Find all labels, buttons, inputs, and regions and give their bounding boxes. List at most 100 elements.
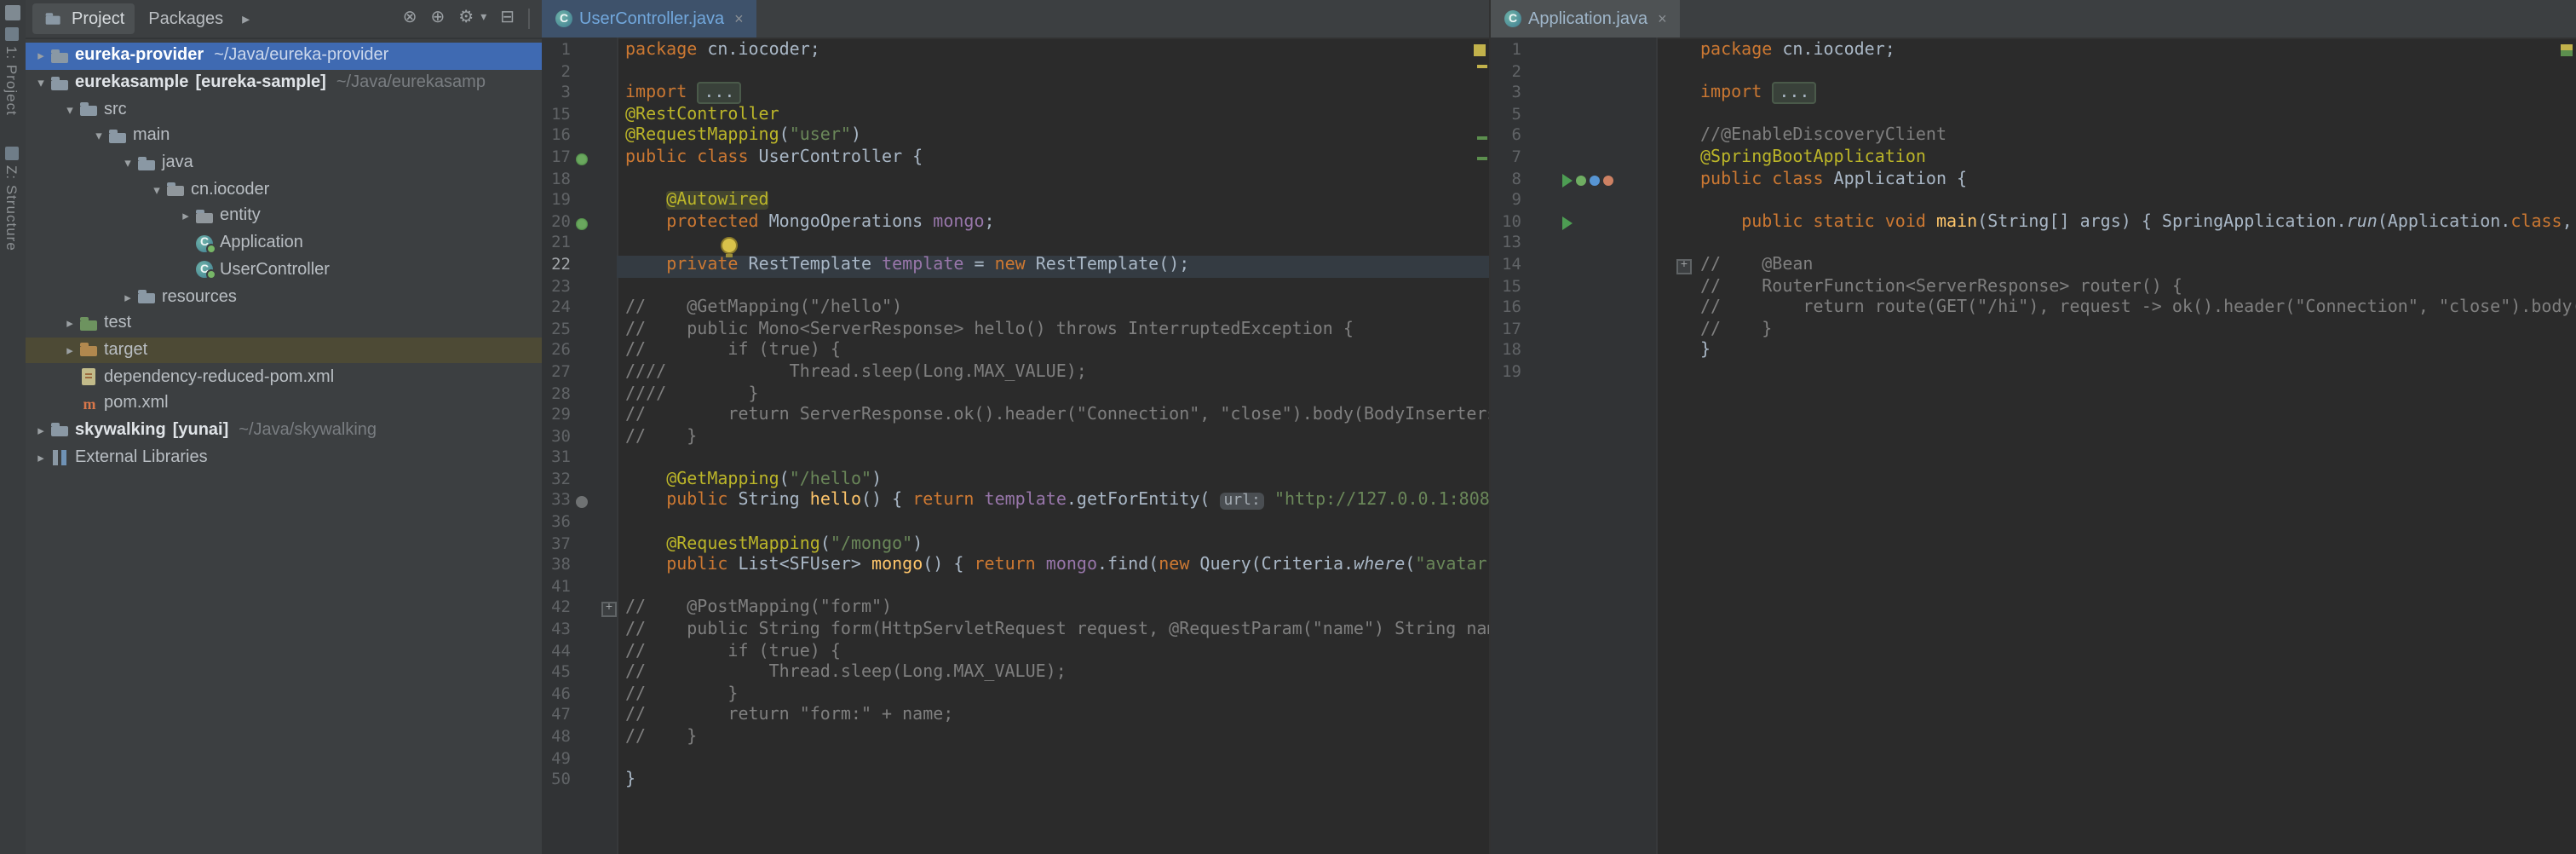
inspection-mark[interactable] bbox=[1477, 136, 1487, 140]
collapsed-arrow-icon[interactable]: ▸ bbox=[119, 289, 136, 304]
project-tree-item-pom-xml[interactable]: mpom.xml bbox=[26, 390, 542, 417]
code-line-17[interactable]: 17 public class UserController { bbox=[542, 148, 1489, 170]
line-number[interactable]: 26 bbox=[542, 342, 571, 363]
code-line-31[interactable]: 31 bbox=[542, 449, 1489, 470]
tab-application-java[interactable]: C Application.java × bbox=[1491, 0, 1681, 38]
code-line-50[interactable]: 50} bbox=[542, 770, 1489, 792]
line-number[interactable]: 38 bbox=[542, 557, 571, 578]
code-line-17[interactable]: 17// } bbox=[1491, 320, 2576, 341]
collapse-all-icon[interactable]: ⊟ bbox=[495, 2, 520, 36]
code-text[interactable]: public String hello() { return template.… bbox=[622, 492, 1489, 513]
line-number[interactable]: 21 bbox=[542, 234, 571, 256]
project-tree-item-test[interactable]: ▸test bbox=[26, 310, 542, 337]
code-line-36[interactable]: 36 bbox=[542, 513, 1489, 534]
code-line-15[interactable]: 15// RouterFunction<ServerResponse> rout… bbox=[1491, 277, 2576, 298]
line-number[interactable]: 37 bbox=[542, 534, 571, 556]
code-text[interactable] bbox=[622, 170, 625, 191]
line-number[interactable]: 10 bbox=[1491, 213, 1521, 234]
line-number[interactable]: 8 bbox=[1491, 170, 1521, 191]
code-text[interactable] bbox=[1697, 106, 1700, 127]
tab-usercontroller-java[interactable]: C UserController.java × bbox=[542, 0, 757, 38]
code-line-20[interactable]: 20 protected MongoOperations mongo; bbox=[542, 213, 1489, 234]
code-line-16[interactable]: 16// return route(GET("/hi"), request ->… bbox=[1491, 298, 2576, 320]
code-line-8[interactable]: 8public class Application { bbox=[1491, 170, 2576, 191]
code-text[interactable]: // public Mono<ServerResponse> hello() t… bbox=[622, 320, 1354, 341]
code-line-3[interactable]: 3 import ... bbox=[542, 84, 1489, 105]
code-text[interactable]: //// Thread.sleep(Long.MAX_VALUE); bbox=[622, 363, 1087, 384]
code-line-7[interactable]: 7 @SpringBootApplication bbox=[1491, 148, 2576, 170]
line-number[interactable]: 1 bbox=[1491, 41, 1521, 62]
code-line-30[interactable]: 30// } bbox=[542, 427, 1489, 448]
code-text[interactable]: public static void main(String[] args) {… bbox=[1697, 213, 2576, 234]
code-line-5[interactable]: 5 bbox=[1491, 106, 2576, 127]
expanded-arrow-icon[interactable]: ▾ bbox=[32, 75, 49, 90]
collapsed-arrow-icon[interactable]: ▸ bbox=[61, 315, 78, 331]
code-line-33[interactable]: 33 public String hello() { return templa… bbox=[542, 492, 1489, 513]
project-tree-item-java[interactable]: ▾java bbox=[26, 150, 542, 176]
code-line-18[interactable]: 18 bbox=[542, 170, 1489, 191]
code-line-23[interactable]: 23 bbox=[542, 277, 1489, 298]
code-line-26[interactable]: 26// if (true) { bbox=[542, 342, 1489, 363]
code-text[interactable]: } bbox=[1697, 342, 1711, 363]
collapsed-arrow-icon[interactable]: ▸ bbox=[177, 209, 194, 224]
line-number[interactable]: 19 bbox=[1491, 363, 1521, 384]
code-text[interactable]: // return "form:" + name; bbox=[622, 707, 953, 728]
line-number[interactable]: 42 bbox=[542, 599, 571, 620]
line-number[interactable]: 3 bbox=[542, 84, 571, 105]
code-line-49[interactable]: 49 bbox=[542, 749, 1489, 770]
code-area[interactable]: 1package cn.iocoder;23import ...56//@Ena… bbox=[1491, 38, 2576, 854]
line-number[interactable]: 41 bbox=[542, 578, 571, 599]
line-number[interactable]: 18 bbox=[1491, 342, 1521, 363]
project-tree-item-eureka-provider[interactable]: ▸eureka-provider~/Java/eureka-provider bbox=[26, 43, 542, 69]
code-line-16[interactable]: 16@RequestMapping("user") bbox=[542, 127, 1489, 148]
line-number[interactable]: 29 bbox=[542, 406, 571, 427]
code-text[interactable] bbox=[622, 578, 625, 599]
code-text[interactable]: @SpringBootApplication bbox=[1697, 148, 1926, 170]
line-number[interactable]: 17 bbox=[542, 148, 571, 170]
line-number[interactable]: 31 bbox=[542, 449, 571, 470]
code-text[interactable]: // Thread.sleep(Long.MAX_VALUE); bbox=[622, 663, 1067, 684]
code-text[interactable]: import ... bbox=[622, 84, 741, 105]
chevron-down-icon[interactable]: ▾ bbox=[475, 2, 492, 36]
code-line-18[interactable]: 18} bbox=[1491, 342, 2576, 363]
code-text[interactable]: public class UserController { bbox=[622, 148, 923, 170]
code-text[interactable] bbox=[622, 277, 625, 298]
code-text[interactable]: protected MongoOperations mongo; bbox=[622, 213, 995, 234]
run-icon[interactable] bbox=[1562, 216, 1573, 230]
line-number[interactable]: 7 bbox=[1491, 148, 1521, 170]
code-text[interactable]: private RestTemplate template = new Rest… bbox=[622, 256, 1189, 277]
code-text[interactable]: @RequestMapping("user") bbox=[622, 127, 861, 148]
code-text[interactable] bbox=[1697, 363, 1700, 384]
line-number[interactable]: 48 bbox=[542, 728, 571, 749]
code-text[interactable]: // } bbox=[622, 427, 697, 448]
locate-icon[interactable]: ⊕ bbox=[425, 2, 450, 36]
line-number[interactable]: 28 bbox=[542, 384, 571, 406]
code-text[interactable] bbox=[1697, 191, 1700, 212]
code-line-41[interactable]: 41 bbox=[542, 578, 1489, 599]
code-text[interactable]: // public String form(HttpServletRequest… bbox=[622, 620, 1489, 642]
line-number[interactable]: 24 bbox=[542, 298, 571, 320]
code-text[interactable] bbox=[622, 234, 625, 256]
code-line-46[interactable]: 46// } bbox=[542, 685, 1489, 707]
line-number[interactable]: 18 bbox=[542, 170, 571, 191]
expanded-arrow-icon[interactable]: ▾ bbox=[90, 129, 107, 144]
line-number[interactable]: 19 bbox=[542, 191, 571, 212]
code-line-25[interactable]: 25// public Mono<ServerResponse> hello()… bbox=[542, 320, 1489, 341]
project-tree-item-main[interactable]: ▾main bbox=[26, 123, 542, 149]
line-number[interactable]: 22 bbox=[542, 256, 571, 277]
code-text[interactable]: // } bbox=[1697, 320, 1772, 341]
tab-project[interactable]: Project bbox=[32, 3, 135, 34]
spring-bean-icon[interactable] bbox=[576, 153, 588, 165]
expanded-arrow-icon[interactable]: ▾ bbox=[119, 155, 136, 170]
fold-marker-icon[interactable]: + bbox=[601, 602, 617, 617]
line-number[interactable]: 44 bbox=[542, 642, 571, 663]
line-number[interactable]: 3 bbox=[1491, 84, 1521, 105]
code-line-1[interactable]: 1package cn.iocoder; bbox=[1491, 41, 2576, 62]
fold-marker-icon[interactable]: + bbox=[1676, 258, 1692, 274]
code-line-1[interactable]: 1package cn.iocoder; bbox=[542, 41, 1489, 62]
project-tree-item-application[interactable]: CApplication bbox=[26, 230, 542, 257]
code-line-9[interactable]: 9 bbox=[1491, 191, 2576, 212]
code-text[interactable]: @RequestMapping("/mongo") bbox=[622, 534, 923, 556]
code-line-42[interactable]: 42+// @PostMapping("form") bbox=[542, 599, 1489, 620]
line-number[interactable]: 50 bbox=[542, 770, 571, 792]
